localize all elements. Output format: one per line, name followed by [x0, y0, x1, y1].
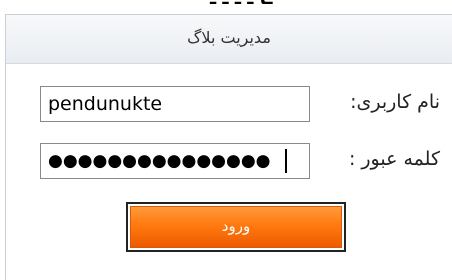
login-button[interactable]: ورود	[126, 202, 346, 252]
username-label: نام کاربری:	[350, 91, 440, 113]
clipped-heading-fragment: ـا ـ ـ ـ ـ	[210, 0, 273, 6]
text-cursor	[285, 149, 287, 173]
login-button-label: ورود	[130, 206, 342, 248]
username-input[interactable]	[40, 86, 310, 122]
password-input[interactable]	[40, 143, 310, 179]
panel-title: مدیریت بلاگ	[187, 28, 271, 47]
password-label: کلمه عبور :	[348, 148, 440, 170]
top-strip: ـا ـ ـ ـ ـ	[0, 0, 452, 6]
panel-header: مدیریت بلاگ	[6, 15, 452, 64]
